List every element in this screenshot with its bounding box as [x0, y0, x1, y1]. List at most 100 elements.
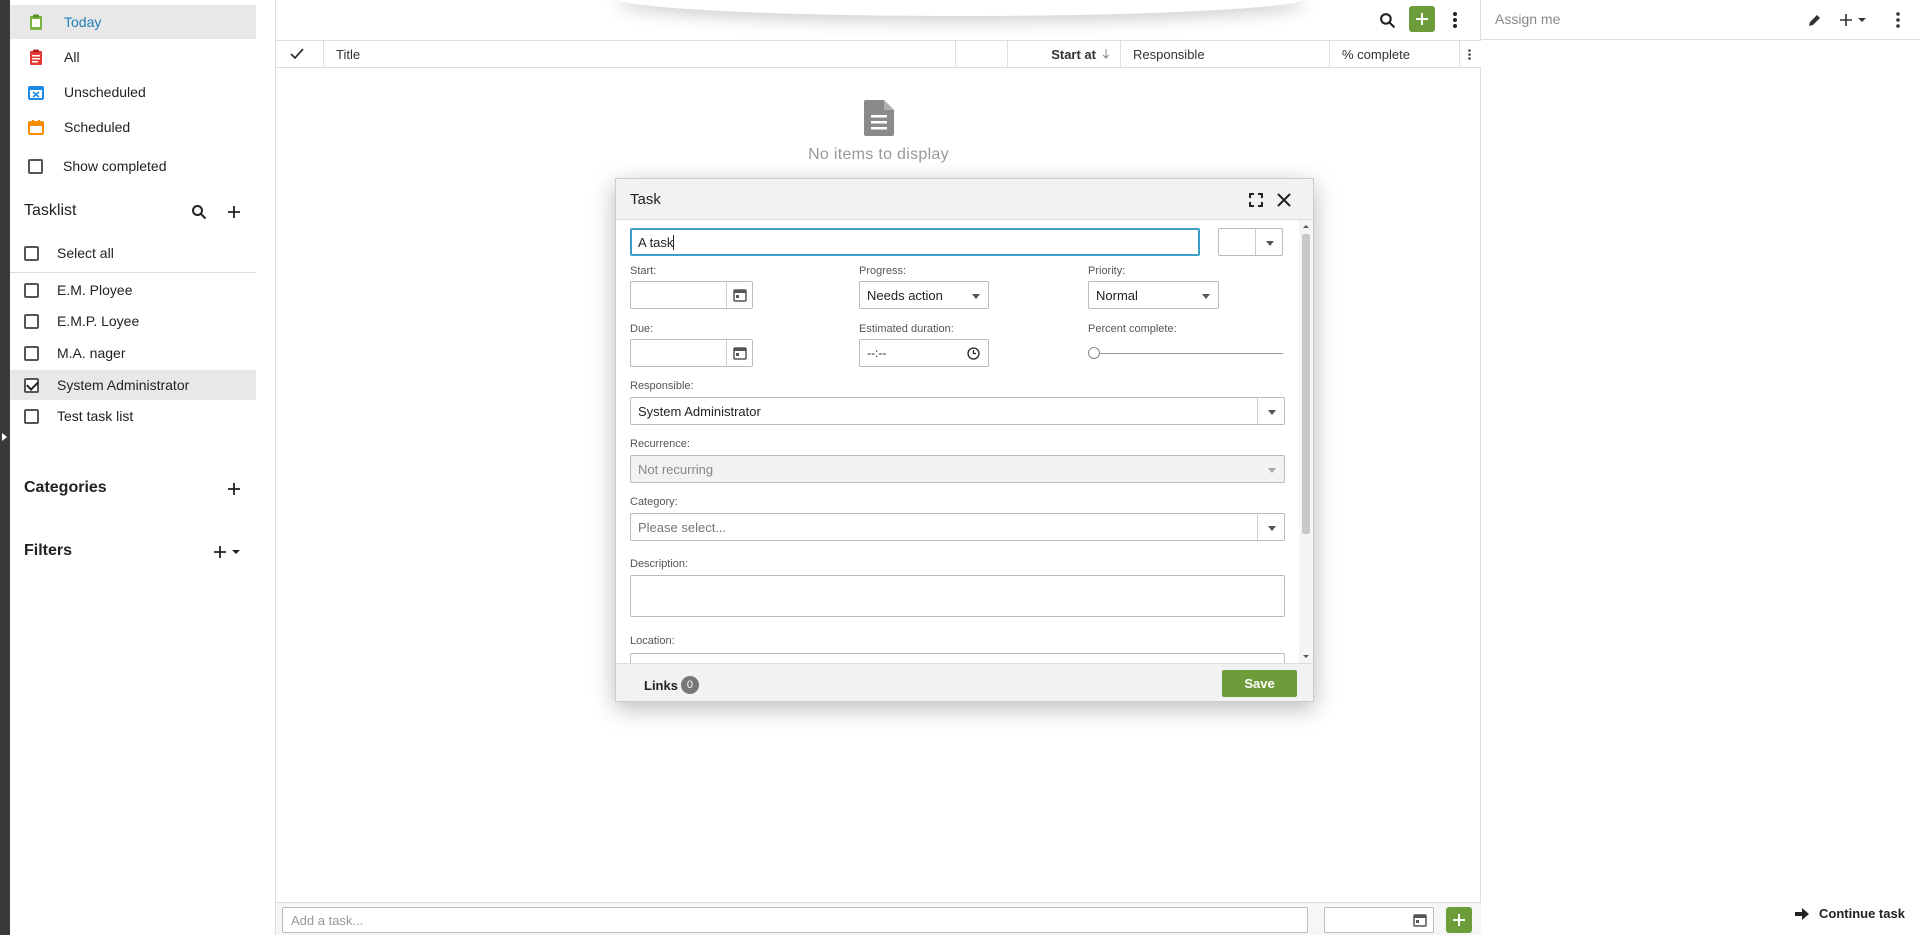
recurrence-label: Recurrence:: [630, 438, 690, 450]
col-title[interactable]: Title: [324, 41, 956, 67]
column-options-button[interactable]: [1460, 41, 1481, 67]
empty-state: No items to display: [276, 100, 1481, 164]
clipboard-list-icon: [30, 49, 42, 65]
tasklist-checkbox[interactable]: [24, 408, 39, 424]
plus-icon: [228, 206, 240, 218]
location-input[interactable]: [630, 653, 1285, 663]
progress-select[interactable]: Needs action: [859, 281, 989, 309]
due-label: Due:: [630, 323, 654, 335]
links-tab[interactable]: Links 0: [644, 676, 699, 694]
date-picker-button[interactable]: [1407, 908, 1433, 932]
progress-label: Progress:: [859, 265, 907, 277]
tasklist-checkbox[interactable]: [24, 313, 39, 329]
percent-slider-handle[interactable]: [1088, 347, 1100, 359]
scroll-thumb[interactable]: [1302, 234, 1310, 534]
chevron-down-icon: [1266, 241, 1274, 246]
task-title-input[interactable]: A task: [630, 228, 1200, 256]
tasklist-item[interactable]: M.A. nager: [10, 338, 256, 368]
nav-all-label: All: [64, 49, 80, 65]
select-all-row[interactable]: Select all: [10, 238, 114, 268]
continue-task-button[interactable]: Continue task: [1795, 906, 1905, 921]
quick-add-button[interactable]: [1446, 907, 1472, 933]
tasklist-label: Test task list: [57, 408, 134, 424]
col-percent-complete[interactable]: % complete: [1330, 41, 1460, 67]
recurrence-select[interactable]: Not recurring: [630, 455, 1285, 483]
col-complete[interactable]: [276, 41, 324, 67]
collapse-strip[interactable]: [0, 0, 10, 935]
show-completed-toggle[interactable]: Show completed: [10, 151, 167, 181]
plus-icon: [1453, 914, 1465, 926]
categories-add-button[interactable]: [223, 478, 245, 500]
chevron-down-icon: [972, 294, 980, 299]
due-date-input[interactable]: [630, 339, 753, 367]
show-completed-checkbox[interactable]: [28, 158, 43, 174]
tasklist-search-button[interactable]: [188, 201, 210, 223]
scroll-up-icon[interactable]: [1299, 222, 1313, 230]
text-cursor: [673, 234, 675, 250]
add-task-input[interactable]: Add a task...: [282, 907, 1308, 933]
tasklist-checkbox[interactable]: [24, 345, 39, 361]
tasklist-item[interactable]: E.M.P. Loyee: [10, 306, 256, 336]
edit-button[interactable]: [1803, 9, 1825, 31]
scroll-down-icon[interactable]: [1299, 653, 1313, 661]
col-responsible[interactable]: Responsible: [1121, 41, 1330, 67]
category-placeholder: Please select...: [638, 519, 727, 535]
save-button[interactable]: Save: [1222, 670, 1297, 697]
tasklist-item[interactable]: Test task list: [10, 401, 256, 431]
tasklist-item[interactable]: System Administrator: [10, 370, 256, 400]
progress-value: Needs action: [867, 287, 943, 303]
nav-unscheduled[interactable]: Unscheduled: [10, 75, 256, 109]
percent-slider-track[interactable]: [1094, 353, 1283, 354]
add-menu-button[interactable]: [1837, 9, 1871, 31]
maximize-button[interactable]: [1245, 189, 1267, 211]
start-date-input[interactable]: [630, 281, 753, 309]
chevron-down-icon: [1268, 526, 1276, 531]
continue-task-label: Continue task: [1819, 906, 1905, 921]
more-menu-button[interactable]: [1444, 9, 1466, 31]
select-separator: [1257, 398, 1258, 424]
links-label: Links: [644, 677, 678, 693]
tasklist-label: M.A. nager: [57, 345, 126, 361]
col-responsible-label: Responsible: [1133, 46, 1205, 62]
tasklist-add-button[interactable]: [223, 201, 245, 223]
responsible-select[interactable]: System Administrator: [630, 397, 1285, 425]
nav-all[interactable]: All: [10, 40, 256, 74]
category-select[interactable]: Please select...: [630, 513, 1285, 541]
tasklist-label: E.M. Ployee: [57, 282, 133, 298]
nav-today[interactable]: Today: [10, 5, 256, 39]
detail-title: Assign me: [1495, 11, 1561, 27]
empty-message: No items to display: [808, 146, 949, 163]
col-start-at[interactable]: Start at: [1008, 41, 1121, 67]
filters-add-menu-button[interactable]: [210, 541, 246, 563]
dialog-scrollbar[interactable]: [1299, 220, 1313, 663]
close-button[interactable]: [1273, 189, 1295, 211]
nav-today-label: Today: [64, 14, 102, 30]
detail-more-button[interactable]: [1887, 9, 1909, 31]
select-separator: [1257, 514, 1258, 540]
col-blank[interactable]: [956, 41, 1008, 67]
color-select[interactable]: [1218, 228, 1283, 256]
search-button[interactable]: [1376, 9, 1398, 31]
clock-icon: [967, 347, 980, 360]
tasklist-item[interactable]: E.M. Ployee: [10, 275, 256, 305]
percent-complete-label: Percent complete:: [1088, 323, 1177, 335]
select-all-label: Select all: [57, 245, 114, 261]
more-vertical-icon: [1468, 48, 1471, 60]
estimated-duration-input[interactable]: --:--: [859, 339, 989, 367]
pencil-icon: [1808, 14, 1820, 26]
start-date-picker-button[interactable]: [726, 282, 752, 308]
due-date-picker-button[interactable]: [726, 340, 752, 366]
priority-select[interactable]: Normal: [1088, 281, 1219, 309]
description-textarea[interactable]: [630, 575, 1285, 617]
quick-add-date-input[interactable]: [1324, 907, 1434, 933]
tasklist-checkbox[interactable]: [24, 377, 39, 393]
nav-scheduled[interactable]: Scheduled: [10, 110, 256, 144]
divider: [10, 272, 256, 273]
select-all-checkbox[interactable]: [24, 245, 39, 261]
clipboard-check-icon: [30, 14, 42, 30]
tasklist-checkbox[interactable]: [24, 282, 39, 298]
add-task-button[interactable]: [1409, 6, 1435, 32]
expand-arrow-icon[interactable]: [2, 433, 7, 441]
more-vertical-icon: [1453, 12, 1457, 28]
chevron-down-icon: [1268, 468, 1276, 473]
